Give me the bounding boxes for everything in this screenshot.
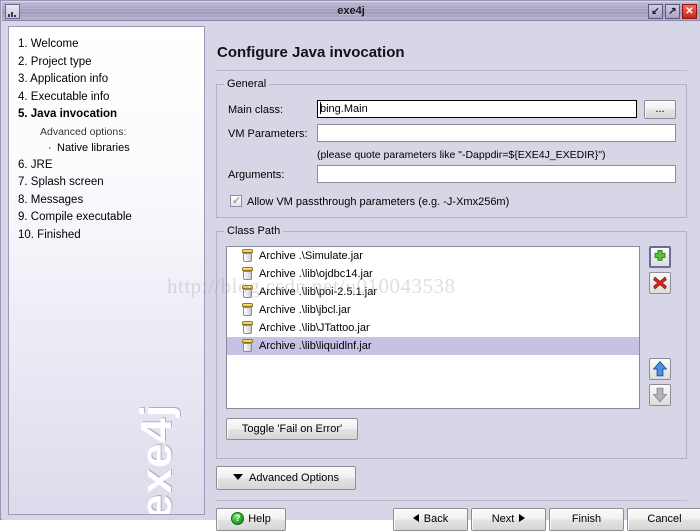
vm-parameters-input[interactable]	[317, 124, 676, 142]
help-icon: ?	[231, 512, 245, 525]
sidebar-item-java-invocation[interactable]: 5. Java invocation	[18, 106, 198, 124]
allow-passthrough-label: Allow VM passthrough parameters (e.g. -J…	[247, 196, 510, 208]
toggle-fail-on-error-label: Toggle 'Fail on Error'	[241, 423, 343, 435]
sidebar-item-project-type[interactable]: 2. Project type	[18, 54, 198, 72]
close-button[interactable]: ✕	[682, 4, 697, 19]
page-title: Configure Java invocation	[217, 44, 405, 61]
sidebar-item-label: Native libraries	[57, 141, 130, 154]
check-mark-icon: ✓	[232, 195, 242, 207]
sidebar-item-native-libraries[interactable]: · Native libraries	[18, 140, 198, 157]
jar-icon	[242, 339, 253, 352]
maximize-button[interactable]: ↗	[665, 4, 680, 19]
minimize-icon: ↙	[651, 6, 660, 17]
classpath-group-legend: Class Path	[224, 225, 284, 237]
sidebar-item-executable-info[interactable]: 4. Executable info	[18, 89, 198, 107]
sidebar-item-messages[interactable]: 8. Messages	[18, 192, 198, 210]
finish-label: Finish	[571, 513, 602, 525]
arguments-input[interactable]	[317, 165, 676, 183]
maximize-icon: ↗	[668, 6, 677, 17]
jar-icon	[242, 285, 253, 298]
cancel-label: Cancel	[647, 513, 682, 525]
wizard-step-list: 1. Welcome 2. Project type 3. Applicatio…	[18, 36, 198, 244]
list-item-label: Archive .\Simulate.jar	[259, 250, 363, 262]
plus-icon	[654, 250, 666, 261]
general-group: General Main class: bing.Main ... VM Par…	[216, 78, 687, 218]
minimize-button[interactable]: ↙	[648, 4, 663, 19]
sidebar-item-jre[interactable]: 6. JRE	[18, 157, 198, 175]
move-up-button[interactable]	[649, 358, 671, 380]
add-entry-button[interactable]	[649, 246, 671, 268]
vm-parameters-hint: (please quote parameters like "-Dappdir=…	[317, 149, 606, 161]
classpath-list[interactable]: Archive .\Simulate.jar Archive .\lib\ojd…	[226, 246, 640, 409]
window-client-area: 1. Welcome 2. Project type 3. Applicatio…	[2, 21, 700, 531]
arguments-label: Arguments:	[228, 169, 285, 181]
list-item-label: Archive .\lib\jbcl.jar	[259, 304, 351, 316]
footer-separator	[216, 500, 687, 501]
list-item-label: Archive .\lib\JTattoo.jar	[259, 322, 370, 334]
exe4j-logo: exe4j	[131, 328, 185, 514]
sidebar-item-application-info[interactable]: 3. Application info	[18, 71, 198, 89]
jar-icon	[242, 267, 253, 280]
move-down-button[interactable]	[649, 384, 671, 406]
vm-parameters-label: VM Parameters:	[228, 128, 308, 140]
sidebar-item-splash-screen[interactable]: 7. Splash screen	[18, 174, 198, 192]
main-class-input[interactable]: bing.Main	[317, 100, 637, 118]
general-group-legend: General	[224, 78, 270, 90]
sidebar-item-finished[interactable]: 10. Finished	[18, 227, 198, 245]
list-item-label: Archive .\lib\liquidlnf.jar	[259, 340, 372, 352]
list-item-selected[interactable]: Archive .\lib\liquidlnf.jar	[227, 337, 639, 355]
help-label: Help	[248, 513, 271, 525]
title-bar[interactable]: exe4j ↙ ↗ ✕	[2, 2, 700, 21]
list-item-label: Archive .\lib\poi-2.5.1.jar	[259, 286, 377, 298]
back-label: Back	[423, 513, 449, 525]
arrow-down-icon	[652, 387, 668, 403]
sidebar-item-compile-executable[interactable]: 9. Compile executable	[18, 209, 198, 227]
remove-entry-button[interactable]	[649, 272, 671, 294]
allow-passthrough-checkbox[interactable]: ✓ Allow VM passthrough parameters (e.g. -…	[230, 195, 509, 208]
next-label: Next	[491, 513, 515, 525]
close-icon: ✕	[685, 6, 694, 17]
wizard-step-sidebar: 1. Welcome 2. Project type 3. Applicatio…	[8, 26, 205, 515]
main-panel: Configure Java invocation General Main c…	[210, 26, 700, 531]
delete-x-icon	[653, 276, 667, 290]
window-controls: ↙ ↗ ✕	[646, 4, 697, 19]
browse-label: ...	[655, 103, 665, 115]
list-item[interactable]: Archive .\lib\poi-2.5.1.jar	[227, 283, 639, 301]
list-item[interactable]: Archive .\lib\jbcl.jar	[227, 301, 639, 319]
jar-icon	[242, 303, 253, 316]
browse-main-class-button[interactable]: ...	[644, 100, 676, 119]
advanced-options-button[interactable]: Advanced Options	[216, 466, 356, 490]
toggle-fail-on-error-button[interactable]: Toggle 'Fail on Error'	[226, 418, 358, 440]
list-item[interactable]: Archive .\lib\JTattoo.jar	[227, 319, 639, 337]
jar-icon	[242, 249, 253, 262]
jar-icon	[242, 321, 253, 334]
bullet-icon: ·	[48, 141, 52, 154]
chevron-down-icon	[233, 474, 244, 480]
list-item[interactable]: Archive .\Simulate.jar	[227, 247, 639, 265]
arrow-left-icon	[412, 514, 419, 522]
sidebar-label-advanced-options: Advanced options:	[40, 125, 127, 138]
advanced-options-label: Advanced Options	[249, 472, 339, 484]
exe4j-logo-text: exe4j	[132, 403, 181, 515]
list-item[interactable]: Archive .\lib\ojdbc14.jar	[227, 265, 639, 283]
sidebar-item-welcome[interactable]: 1. Welcome	[18, 36, 198, 54]
exe4j-window: exe4j ↙ ↗ ✕ 1. Welcome 2. Project type 3…	[0, 0, 700, 531]
arrow-up-icon	[652, 361, 668, 377]
checkbox-icon: ✓	[230, 195, 242, 207]
window-title: exe4j	[337, 5, 365, 17]
list-item-label: Archive .\lib\ojdbc14.jar	[259, 268, 373, 280]
classpath-group: Class Path Archive .\Simulate.jar Archiv…	[216, 225, 687, 459]
title-separator	[216, 70, 687, 71]
main-class-value: bing.Main	[320, 103, 368, 115]
main-class-label: Main class:	[228, 104, 284, 116]
arrow-right-icon	[519, 514, 526, 522]
